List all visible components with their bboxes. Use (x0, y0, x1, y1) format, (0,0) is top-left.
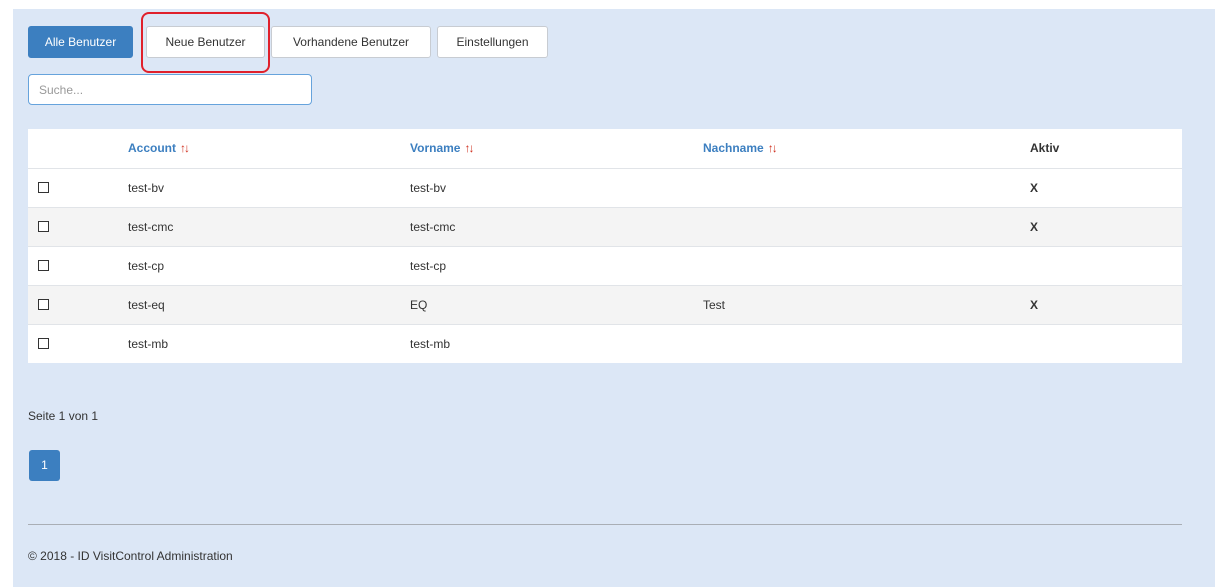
column-header-aktiv: Aktiv (1030, 141, 1060, 155)
table-row: test-eq EQ Test X (28, 285, 1182, 324)
vorname-cell: test-mb (410, 337, 451, 351)
row-checkbox[interactable] (38, 221, 49, 233)
table-row: test-cmc test-cmc X (28, 207, 1182, 246)
vorname-cell: EQ (410, 298, 428, 312)
tab-vorhandene-benutzer[interactable]: Vorhandene Benutzer (271, 26, 431, 58)
table-header-row: Account ↑↓ Vorname ↑↓ Nachname ↑↓ Aktiv (28, 129, 1182, 168)
nachname-cell: Test (703, 298, 726, 312)
vorname-cell: test-bv (410, 181, 447, 195)
row-checkbox[interactable] (38, 182, 49, 194)
sort-icon: ↑↓ (180, 141, 190, 155)
page-1-button[interactable]: 1 (29, 450, 60, 481)
pagination-info: Seite 1 von 1 (28, 409, 99, 423)
account-cell: test-cp (128, 259, 165, 273)
row-checkbox[interactable] (38, 299, 49, 311)
column-header-nachname[interactable]: Nachname ↑↓ (703, 129, 778, 167)
table-row: test-cp test-cp (28, 246, 1182, 285)
aktiv-cell: X (1030, 220, 1039, 234)
search-input[interactable] (28, 74, 312, 105)
sort-icon: ↑↓ (464, 141, 474, 155)
page-frame: Alle Benutzer Neue Benutzer Vorhandene B… (13, 9, 1215, 587)
account-cell: test-cmc (128, 220, 174, 234)
account-cell: test-bv (128, 181, 165, 195)
sort-icon: ↑↓ (767, 141, 778, 155)
account-cell: test-eq (128, 298, 165, 312)
aktiv-cell: X (1030, 181, 1039, 195)
table-row: test-mb test-mb (28, 324, 1182, 363)
footer-divider (28, 524, 1182, 525)
users-table: Account ↑↓ Vorname ↑↓ Nachname ↑↓ Aktiv tes… (28, 129, 1182, 363)
tab-einstellungen[interactable]: Einstellungen (437, 26, 548, 58)
table-row: test-bv test-bv X (28, 168, 1182, 207)
tab-neue-benutzer[interactable]: Neue Benutzer (146, 26, 265, 58)
row-checkbox[interactable] (38, 260, 49, 272)
row-checkbox[interactable] (38, 338, 49, 350)
footer-text: © 2018 - ID VisitControl Administration (28, 549, 233, 563)
account-cell: test-mb (128, 337, 169, 351)
vorname-cell: test-cmc (410, 220, 456, 234)
aktiv-cell: X (1030, 298, 1039, 312)
column-header-vorname[interactable]: Vorname ↑↓ (410, 129, 474, 167)
vorname-cell: test-cp (410, 259, 447, 273)
tab-alle-benutzer[interactable]: Alle Benutzer (28, 26, 133, 58)
column-header-account[interactable]: Account ↑↓ (128, 129, 190, 167)
